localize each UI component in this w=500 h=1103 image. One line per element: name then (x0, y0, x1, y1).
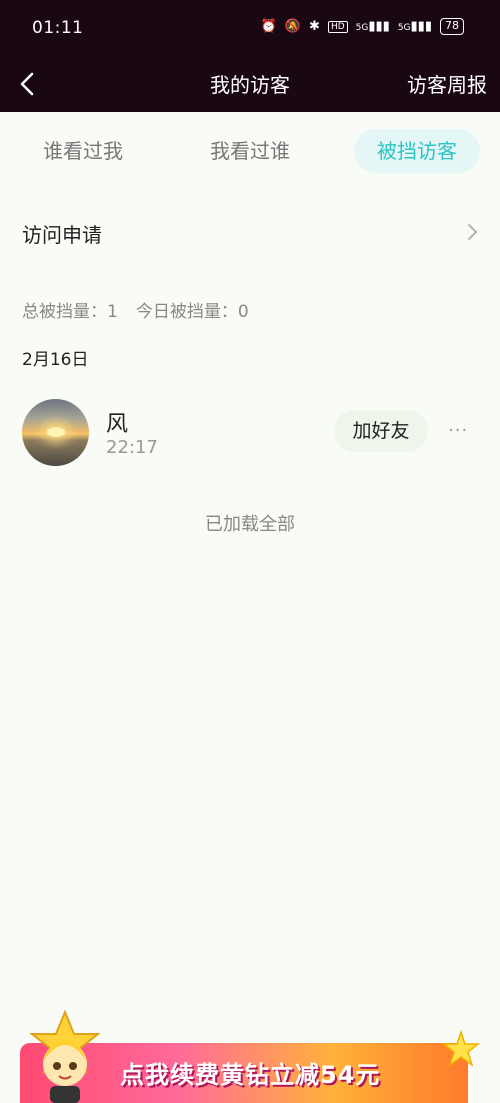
visitor-weekly-report-link[interactable]: 访客周报 (407, 69, 487, 98)
today-blocked-count: 今日被挡量：0 (135, 302, 249, 322)
tab-blocked-visitors[interactable]: 被挡访客 (354, 129, 480, 173)
more-options-icon[interactable]: ··· (448, 420, 474, 441)
all-loaded-text: 已加载全部 (205, 514, 295, 535)
chevron-right-icon (468, 224, 477, 240)
promo-banner-text: 点我续费黄钻立减54元 (120, 1061, 381, 1089)
visit-time: 22:17 (106, 437, 158, 458)
star-icon (442, 1030, 480, 1067)
mascot-icon (29, 1010, 101, 1103)
bluetooth-icon: ✱ (309, 19, 320, 34)
signal-icon-1: 5G▮▮▮ (355, 19, 390, 34)
status-time: 01:11 (32, 18, 84, 38)
tab-who-i-viewed[interactable]: 我看过谁 (190, 129, 310, 173)
signal-icon-2: 5G▮▮▮ (397, 19, 432, 34)
visit-request-label: 访问申请 (22, 223, 102, 247)
status-icons: ⏰ 🔕 ✱ HD 5G▮▮▮ 5G▮▮▮ 78 (261, 18, 464, 35)
add-friend-button[interactable]: 加好友 (334, 410, 428, 452)
status-bar: 01:11 ⏰ 🔕 ✱ HD 5G▮▮▮ 5G▮▮▮ 78 (0, 0, 500, 56)
sunset-image (47, 427, 65, 437)
tab-who-viewed-me[interactable]: 谁看过我 (22, 129, 144, 173)
mute-bell-icon: 🔕 (284, 19, 302, 34)
battery-icon: 78 (440, 18, 464, 35)
alarm-icon: ⏰ (260, 19, 277, 34)
avatar[interactable] (22, 399, 89, 466)
list-item[interactable]: 风 22:17 加好友 ··· (0, 384, 500, 480)
tab-bar: 谁看过我 我看过谁 被挡访客 (0, 112, 500, 192)
visitor-name: 风 (106, 412, 129, 437)
nav-bar: 我的访客 访客周报 (0, 56, 500, 112)
hd-icon: HD (327, 20, 348, 33)
visit-request-row[interactable]: 访问申请 (0, 192, 500, 272)
total-blocked-count: 总被挡量：1 (22, 302, 118, 322)
date-header: 2月16日 (22, 350, 89, 370)
block-stats: 总被挡量：1 今日被挡量：0 (22, 297, 249, 322)
